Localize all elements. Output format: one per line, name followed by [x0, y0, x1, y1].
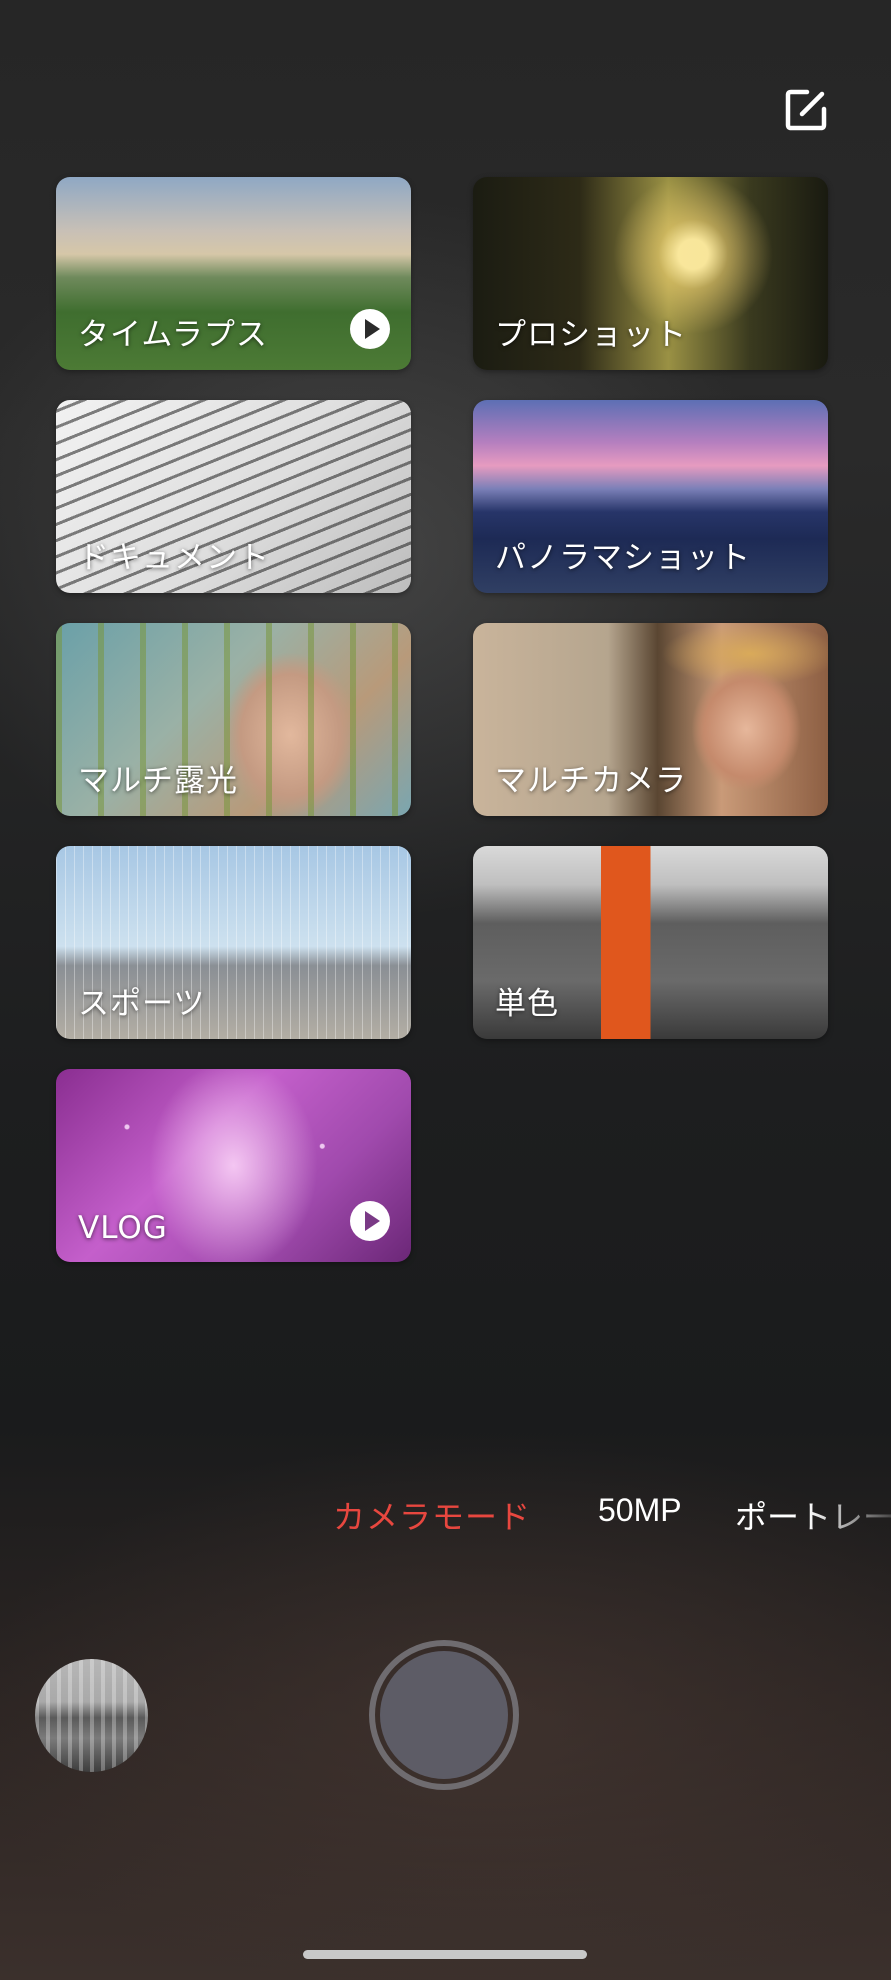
mode-camera-modes[interactable]: カメラモード	[333, 1492, 531, 1538]
play-icon	[350, 1201, 390, 1241]
mode-tile-vlog[interactable]: VLOG	[56, 1069, 411, 1262]
play-icon	[350, 309, 390, 349]
mode-tile-timelapse[interactable]: タイムラプス	[56, 177, 411, 370]
mode-tile-label: タイムラプス	[78, 317, 268, 353]
mode-50mp[interactable]: 50MP	[598, 1492, 682, 1529]
home-indicator[interactable]	[303, 1950, 587, 1959]
mode-tile-pro[interactable]: プロショット	[473, 177, 828, 370]
mode-tile-label: マルチ露光	[78, 763, 238, 799]
gallery-thumbnail[interactable]	[35, 1659, 148, 1772]
mode-tile-sports[interactable]: スポーツ	[56, 846, 411, 1039]
mode-tile-label: ドキュメント	[78, 540, 270, 576]
mode-tile-label: 単色	[495, 986, 559, 1022]
shutter-button-inner	[380, 1651, 508, 1779]
mode-tile-multi-camera[interactable]: マルチカメラ	[473, 623, 828, 816]
mode-tile-label: マルチカメラ	[495, 763, 687, 799]
mode-tile-label: パノラマショット	[495, 540, 751, 576]
mode-tile-panorama[interactable]: パノラマショット	[473, 400, 828, 593]
camera-mode-bar: カメラモード 50MP ポートレー	[0, 1486, 891, 1546]
shutter-button[interactable]	[369, 1640, 519, 1790]
edit-square-icon[interactable]	[783, 87, 829, 133]
mode-tile-document[interactable]: ドキュメント	[56, 400, 411, 593]
mode-tile-monochrome[interactable]: 単色	[473, 846, 828, 1039]
mode-tile-label: スポーツ	[78, 986, 206, 1022]
mode-tile-label: VLOG	[78, 1210, 168, 1246]
camera-modes-grid: タイムラプス プロショット ドキュメント パノラマショット マルチ露光 マルチカ…	[56, 177, 830, 1262]
mode-tile-label: プロショット	[495, 317, 687, 353]
mode-tile-multi-exposure[interactable]: マルチ露光	[56, 623, 411, 816]
mode-portrait[interactable]: ポートレー	[735, 1492, 891, 1538]
